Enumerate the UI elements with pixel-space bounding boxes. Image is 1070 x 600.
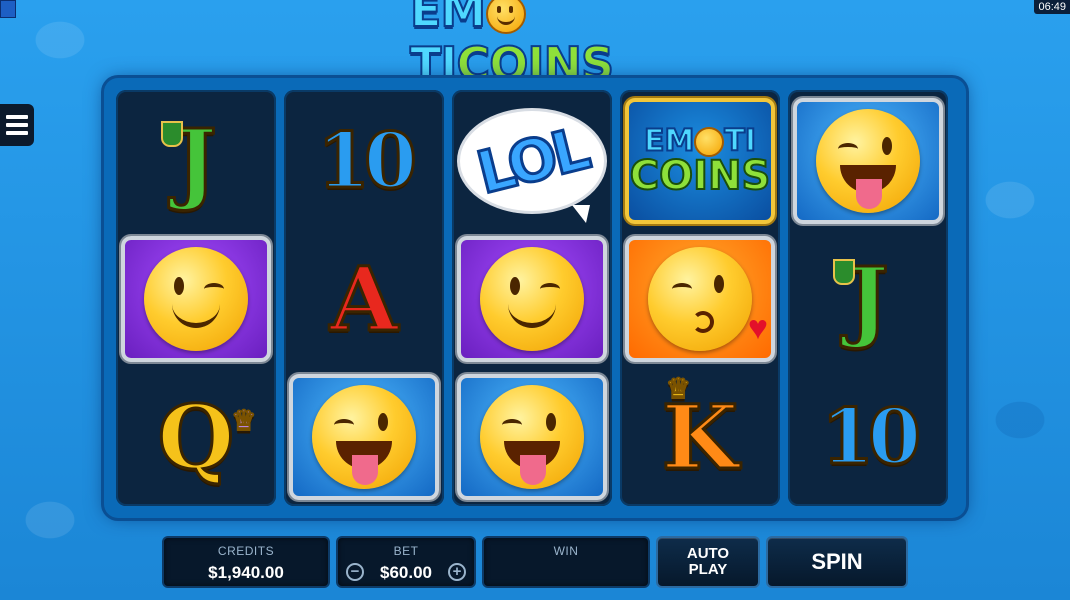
- reel-symbol-ten: 10: [820, 392, 923, 481]
- reel-symbol-tongue: [284, 368, 444, 506]
- bet-panel: BET − $60.00 +: [338, 538, 474, 586]
- reel-symbol-tongue: [452, 368, 612, 506]
- crown-icon: ♛: [231, 404, 257, 437]
- reel-4: EM TI COINS ♥ ♛ K: [620, 90, 780, 506]
- tongue-emoji-icon: [312, 385, 416, 489]
- reel-2: 10 A: [284, 90, 444, 506]
- win-panel: WIN: [484, 538, 648, 586]
- reel-symbol-q: Q ♛: [156, 385, 257, 489]
- shield-icon: [161, 121, 184, 147]
- bet-increase-button[interactable]: +: [448, 563, 466, 581]
- reel-symbol-lol: LOL: [452, 92, 612, 230]
- status-clock: 06:49: [1034, 0, 1070, 14]
- reel-1: J Q ♛: [116, 90, 276, 506]
- tongue-emoji-icon: [816, 109, 920, 213]
- reel-symbol-wild: EM TI COINS: [620, 92, 780, 230]
- menu-button[interactable]: [0, 104, 34, 146]
- credits-label: CREDITS: [217, 544, 275, 558]
- menu-icon: [6, 115, 28, 119]
- crown-icon: ♛: [665, 372, 691, 405]
- reel-symbol-kiss: ♥: [620, 230, 780, 368]
- credits-value: $1,940.00: [208, 563, 284, 582]
- shield-icon: [833, 259, 856, 285]
- spin-button[interactable]: SPIN: [768, 538, 906, 586]
- tongue-emoji-icon: [480, 385, 584, 489]
- app-corner-icon: [0, 0, 16, 18]
- smiley-logo-icon: [486, 0, 527, 34]
- autoplay-button[interactable]: AUTO PLAY: [658, 538, 758, 586]
- reel-symbol-j: J: [788, 230, 948, 368]
- kiss-emoji-icon: ♥: [648, 247, 768, 351]
- reel-symbol-k: ♛ K: [660, 372, 740, 489]
- reel-symbol-tongue: [788, 92, 948, 230]
- reel-symbol-j: J: [116, 92, 276, 230]
- reel-symbol-wink: [452, 230, 612, 368]
- wink-emoji-icon: [480, 247, 584, 351]
- reel-3: LOL: [452, 90, 612, 506]
- reel-symbol-wink: [116, 230, 276, 368]
- reel-symbol-a: A: [328, 247, 399, 351]
- heart-icon: ♥: [747, 309, 768, 347]
- wink-emoji-icon: [144, 247, 248, 351]
- credits-panel: CREDITS $1,940.00: [164, 538, 328, 586]
- win-label: WIN: [553, 544, 579, 558]
- speech-bubble-icon: LOL: [460, 111, 604, 223]
- reel-symbol-ten: 10: [316, 116, 419, 205]
- game-logo: EMTICOINS: [409, 0, 660, 92]
- bet-label: BET: [393, 544, 419, 558]
- reel-5: J 10: [788, 90, 948, 506]
- control-bar: CREDITS $1,940.00 BET − $60.00 + WIN AUT…: [0, 536, 1070, 600]
- reels-frame: J Q ♛ 10 A LOL EM TI COINS ♥ ♛ K J 10: [104, 78, 966, 518]
